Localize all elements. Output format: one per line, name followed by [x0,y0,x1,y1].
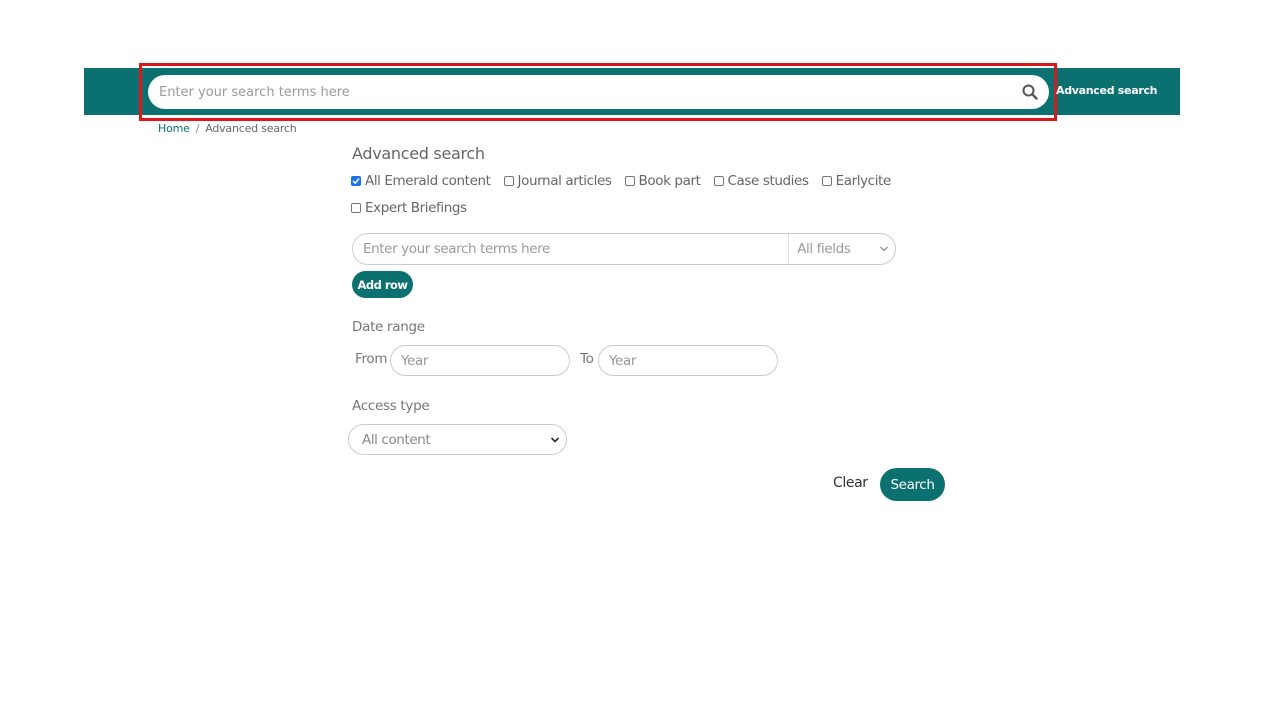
year-to-input[interactable] [598,345,778,376]
to-label: To [580,351,594,367]
chevron-down-icon [550,437,560,443]
search-button[interactable]: Search [880,468,945,501]
checkbox-label: Book part [638,173,701,189]
search-terms-row: All fields [352,233,896,265]
advanced-search-link[interactable]: Advanced search [1056,84,1158,97]
content-type-row-1: All Emerald content Journal articles Boo… [351,173,904,189]
breadcrumb-separator: / [195,122,200,135]
content-type-row-2: Expert Briefings [351,200,480,216]
breadcrumb-current: Advanced search [205,122,297,135]
breadcrumb: Home / Advanced search [158,122,297,135]
field-select-value: All fields [797,241,851,257]
checkbox-case-studies[interactable]: Case studies [713,173,809,189]
checkbox-unchecked-icon[interactable] [821,176,832,186]
checkbox-label: All Emerald content [365,173,491,189]
checkbox-label: Case studies [727,173,809,189]
date-range-label: Date range [352,319,425,335]
checkbox-unchecked-icon[interactable] [624,176,635,186]
checkbox-unchecked-icon[interactable] [503,176,514,186]
checkbox-expert-briefings[interactable]: Expert Briefings [351,200,467,216]
access-type-label: Access type [352,398,430,414]
checkbox-unchecked-icon[interactable] [351,203,361,213]
checkbox-checked-icon[interactable] [351,176,361,186]
page: Advanced search Home / Advanced search A… [0,0,1280,720]
checkbox-journal-articles[interactable]: Journal articles [503,173,612,189]
checkbox-label: Journal articles [517,173,612,189]
breadcrumb-home[interactable]: Home [158,122,190,135]
checkbox-label: Expert Briefings [365,200,467,216]
add-row-button[interactable]: Add row [352,271,413,298]
checkbox-unchecked-icon[interactable] [713,176,724,186]
access-type-select[interactable]: All content [348,424,567,455]
checkbox-label: Earlycite [835,173,892,189]
checkbox-earlycite[interactable]: Earlycite [821,173,892,189]
checkbox-all-emerald-content[interactable]: All Emerald content [351,173,491,189]
from-label: From [355,351,388,367]
chevron-down-icon [879,246,889,252]
search-terms-input[interactable] [353,234,789,264]
checkbox-book-part[interactable]: Book part [624,173,701,189]
year-from-input[interactable] [390,345,570,376]
access-type-value: All content [362,431,431,448]
field-select[interactable]: All fields [788,234,895,264]
page-title: Advanced search [352,144,485,163]
clear-button[interactable]: Clear [833,475,868,491]
search-icon[interactable] [1021,83,1039,101]
top-search-bar [148,75,1049,109]
top-search-input[interactable] [159,77,999,107]
